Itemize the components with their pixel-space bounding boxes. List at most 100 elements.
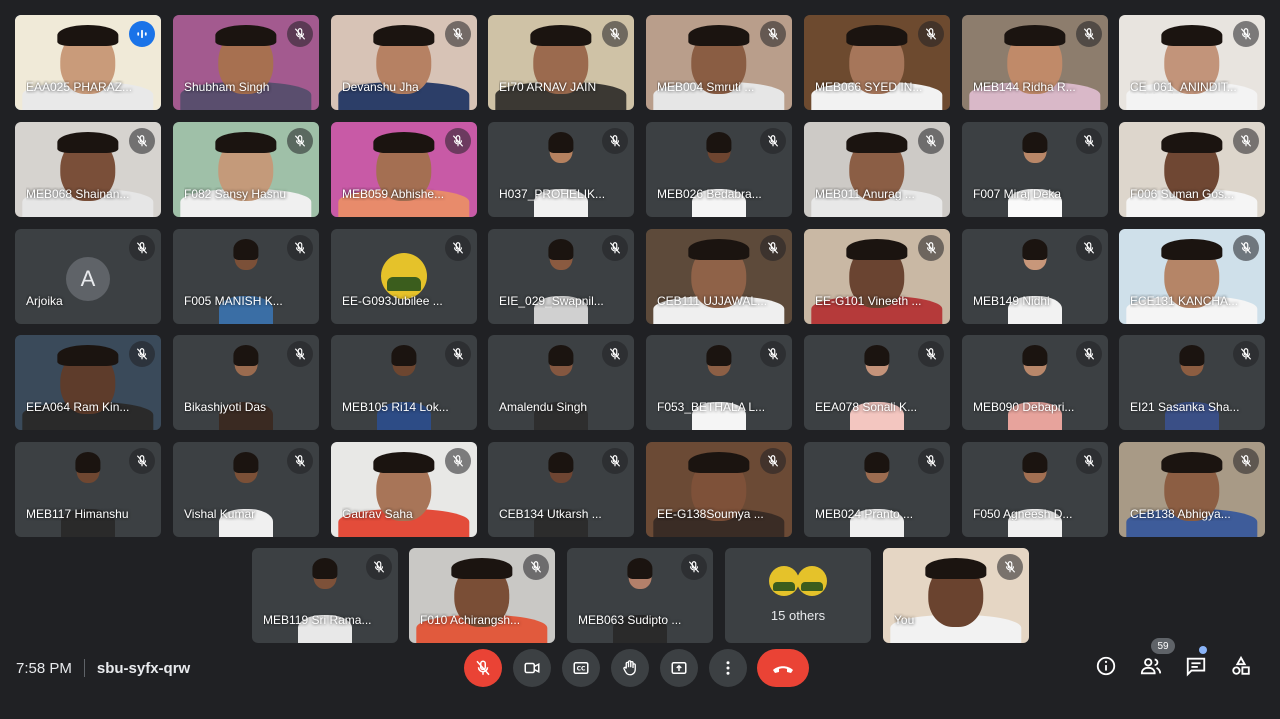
participant-name: F053_BETHALA L... [657,400,766,414]
participant-tile[interactable]: EAA025 PHARAZ... [15,15,161,110]
participant-tile[interactable]: F006 Suman Gos... [1119,122,1265,217]
participant-tile[interactable]: CEB134 Utkarsh ... [488,442,634,537]
participant-name: EI21 Sasanka Sha... [1130,400,1240,414]
chat-button[interactable] [1181,651,1211,681]
person-hair [846,132,908,154]
participant-tile[interactable]: CEB111 UJJAWAL... [646,229,792,324]
participant-tile[interactable]: F005 MANISH K... [173,229,319,324]
participant-name: CE_061_ANINDIT... [1130,80,1237,94]
participant-tile[interactable]: EI70 ARNAV JAIN [488,15,634,110]
mic-muted-icon [918,341,944,367]
participant-tile[interactable]: CEB138 Abhigya... [1119,442,1265,537]
present-screen-button[interactable] [660,649,698,687]
mic-muted-icon [602,21,628,47]
participant-tile[interactable]: Devanshu Jha [331,15,477,110]
participant-tile[interactable]: MEB119 Sri Rama... [252,548,398,643]
participant-tile[interactable]: F082 Sansy Hasnu [173,122,319,217]
participant-tile[interactable]: Gaurav Saha [331,442,477,537]
participant-tile[interactable]: MEB004 Smruti ... [646,15,792,110]
participant-name: MEB026 Bedabra... [657,187,762,201]
participant-tile[interactable]: MEB066 SYED IN... [804,15,950,110]
person-hair [548,452,574,474]
participant-name: MEB105 Ri14 Lok... [342,400,449,414]
participant-tile[interactable]: EE-G101 Vineeth ... [804,229,950,324]
others-tile[interactable]: 15 others [725,548,871,643]
participant-tile[interactable]: Amalendu Singh [488,335,634,430]
more-options-button[interactable] [709,649,747,687]
participant-tile[interactable]: MEB011 Anurag ... [804,122,950,217]
clock-time: 7:58 PM [16,659,72,677]
meeting-info: 7:58 PM sbu-syfx-qrw [16,659,190,677]
person-hair [1022,132,1048,154]
participant-tile[interactable]: F050 Agneesh D... [962,442,1108,537]
participant-name: F005 MANISH K... [184,294,283,308]
mic-muted-icon [997,554,1023,580]
person-hair [846,25,908,47]
mic-muted-icon [287,341,313,367]
person-hair [233,452,259,474]
participant-tile[interactable]: ECE131 KANCHA... [1119,229,1265,324]
participant-tile[interactable]: MEB026 Bedabra... [646,122,792,217]
participant-tile[interactable]: MEB059 Abhishe... [331,122,477,217]
person-hair [688,452,750,474]
hangup-icon [773,666,793,673]
participant-tile[interactable]: EEA064 Ram Kin... [15,335,161,430]
participant-name: MEB149 Nidhi [973,294,1050,308]
camera-toggle-button[interactable] [513,649,551,687]
person-hair [1022,452,1048,474]
participant-tile[interactable]: MEB090 Debapri... [962,335,1108,430]
participant-tile[interactable]: MEB063 Sudipto ... [567,548,713,643]
participant-tile[interactable]: MEB105 Ri14 Lok... [331,335,477,430]
person-hair [1161,452,1223,474]
participant-tile[interactable]: CE_061_ANINDIT... [1119,15,1265,110]
activities-button[interactable] [1226,651,1256,681]
others-count-label: 15 others [770,608,826,623]
participant-tile[interactable]: Shubham Singh [173,15,319,110]
participant-video [689,122,749,217]
participant-tile[interactable]: A Arjoika [15,229,161,324]
meeting-code[interactable]: sbu-syfx-qrw [97,660,190,677]
leave-call-button[interactable] [757,649,809,687]
participant-name: EE-G093Jubilee ... [342,294,443,308]
participant-tile[interactable]: Vishal Kumar [173,442,319,537]
participant-name: EAA025 PHARAZ... [26,80,133,94]
participant-tile[interactable]: MEB117 Himanshu [15,442,161,537]
participant-tile[interactable]: EI21 Sasanka Sha... [1119,335,1265,430]
participant-tile[interactable]: EE-G093Jubilee ... [331,229,477,324]
mic-muted-icon [366,554,392,580]
participant-name: MEB144 Ridha R... [973,80,1076,94]
mic-muted-icon [1233,235,1259,261]
participant-tile[interactable]: MEB068 Shainan... [15,122,161,217]
person-hair [233,345,259,367]
participant-tile[interactable]: F053_BETHALA L... [646,335,792,430]
participant-tile[interactable]: EIE_029_Swapnil... [488,229,634,324]
participant-tile[interactable]: EEA078 Sonali K... [804,335,950,430]
microphone-toggle-button[interactable] [464,649,502,687]
mic-muted-icon [445,128,471,154]
raise-hand-button[interactable] [611,649,649,687]
participant-tile[interactable]: EE-G138Soumya ... [646,442,792,537]
participant-tile[interactable]: You [883,548,1029,643]
participant-name: Gaurav Saha [342,507,413,521]
participant-tile[interactable]: F007 Miraj Deka [962,122,1108,217]
meeting-details-button[interactable] [1091,651,1121,681]
person-hair [1022,239,1048,261]
participant-name: MEB117 Himanshu [26,507,129,521]
mic-muted-icon [445,21,471,47]
participant-tile[interactable]: MEB149 Nidhi [962,229,1108,324]
mic-muted-icon [918,235,944,261]
participant-name: MEB059 Abhishe... [342,187,445,201]
participant-tile[interactable]: F010 Achirangsh... [409,548,555,643]
mic-muted-icon [602,448,628,474]
person-hair [373,132,435,154]
mic-muted-icon [287,21,313,47]
participant-tile[interactable]: MEB024 Pranto ... [804,442,950,537]
person-hair [1179,345,1205,367]
bottom-bar: 7:58 PM sbu-syfx-qrw CC 59 [0,638,1280,719]
captions-button[interactable]: CC [562,649,600,687]
people-button[interactable] [1136,651,1166,681]
participant-tile[interactable]: Bikashjyoti Das [173,335,319,430]
participant-tile[interactable]: H037_PROHELIK... [488,122,634,217]
info-icon [1096,656,1116,676]
participant-tile[interactable]: MEB144 Ridha R... [962,15,1108,110]
